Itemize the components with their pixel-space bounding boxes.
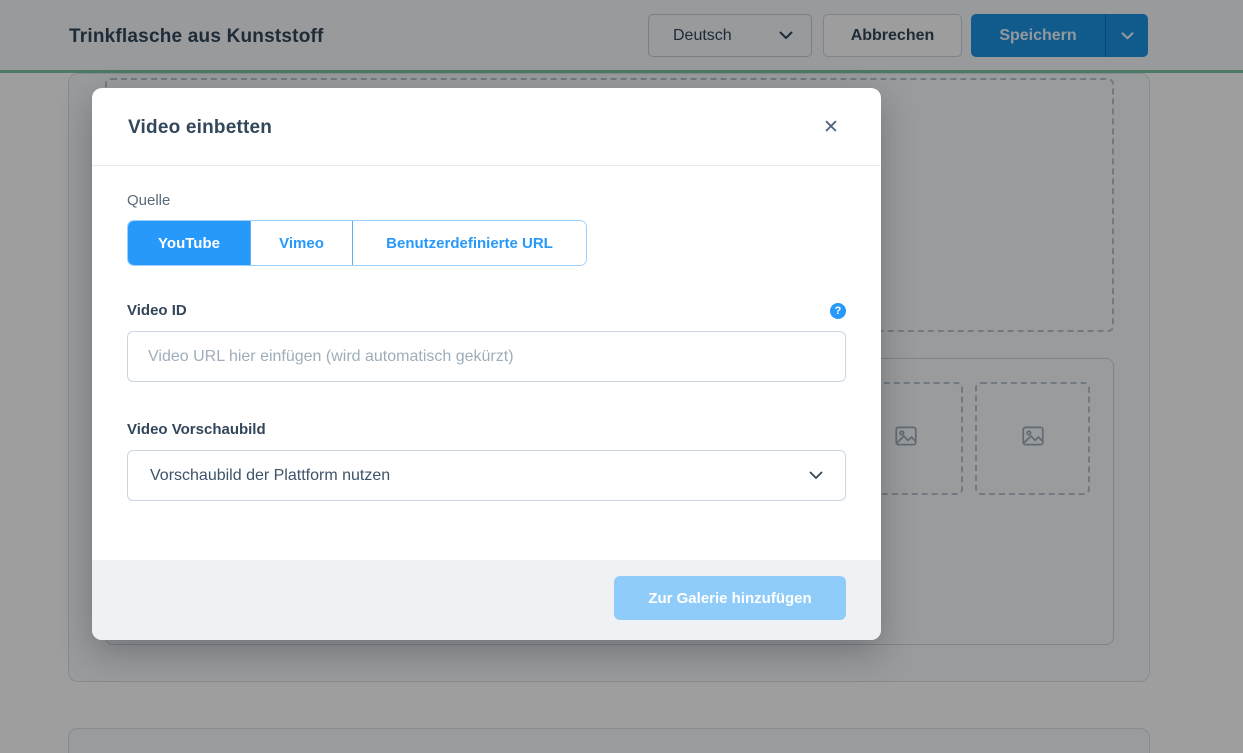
thumbnail-label: Video Vorschaubild — [127, 421, 266, 438]
tab-custom-url-label: Benutzerdefinierte URL — [386, 235, 553, 252]
video-url-input[interactable] — [127, 331, 846, 382]
tab-custom-url[interactable]: Benutzerdefinierte URL — [352, 221, 586, 265]
modal-header: Video einbetten ✕ — [92, 88, 881, 166]
chevron-down-icon — [809, 471, 823, 480]
page: Trinkflasche aus Kunststoff Deutsch Abbr… — [0, 0, 1243, 753]
video-id-label-row: Video ID ? — [127, 302, 846, 319]
thumbnail-label-row: Video Vorschaubild — [127, 421, 846, 438]
source-tabs: YouTube Vimeo Benutzerdefinierte URL — [127, 220, 587, 266]
close-icon[interactable]: ✕ — [820, 116, 842, 138]
tab-vimeo[interactable]: Vimeo — [250, 221, 352, 265]
add-to-gallery-button[interactable]: Zur Galerie hinzufügen — [614, 576, 846, 620]
modal-footer: Zur Galerie hinzufügen — [92, 560, 881, 640]
help-icon[interactable]: ? — [830, 303, 846, 319]
video-id-label: Video ID — [127, 302, 187, 319]
modal-body: Quelle YouTube Vimeo Benutzerdefinierte … — [92, 166, 881, 501]
thumbnail-select[interactable]: Vorschaubild der Plattform nutzen — [127, 450, 846, 501]
modal-title: Video einbetten — [128, 117, 272, 139]
tab-youtube[interactable]: YouTube — [128, 221, 250, 265]
source-label: Quelle — [127, 192, 846, 209]
embed-video-modal: Video einbetten ✕ Quelle YouTube Vimeo B… — [92, 88, 881, 640]
tab-vimeo-label: Vimeo — [279, 235, 324, 252]
tab-youtube-label: YouTube — [158, 235, 220, 252]
thumbnail-select-value: Vorschaubild der Plattform nutzen — [150, 467, 390, 485]
